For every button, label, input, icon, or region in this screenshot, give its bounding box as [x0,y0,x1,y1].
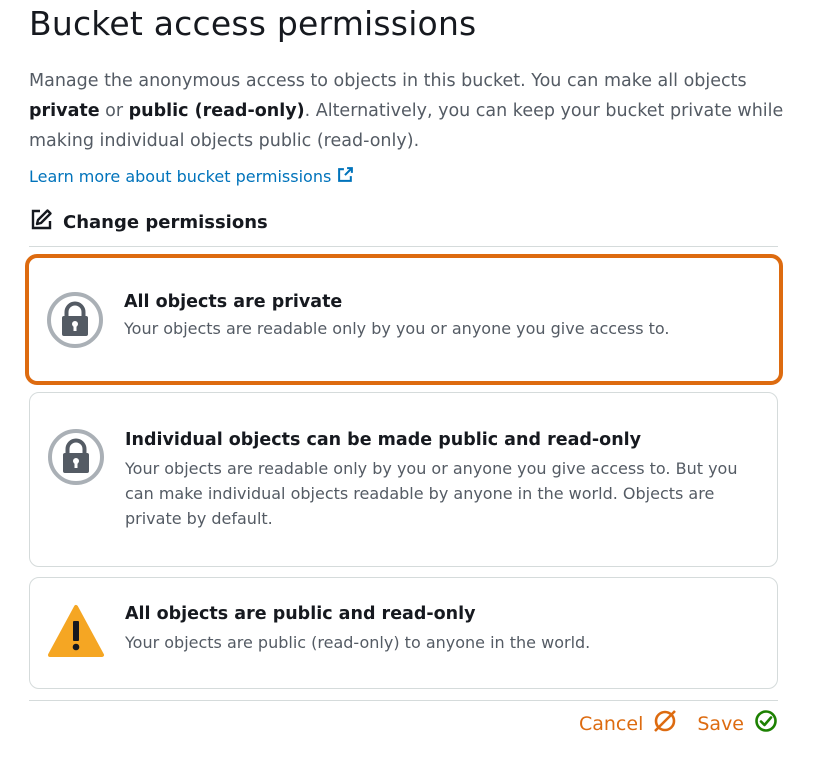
page-title: Bucket access permissions [29,4,477,43]
option-title: All objects are private [124,292,343,312]
save-label: Save [697,712,744,735]
page-description: Manage the anonymous access to objects i… [29,66,789,156]
change-permissions-heading: Change permissions [29,208,268,237]
public-term: public (read-only) [128,101,305,121]
edit-icon [29,208,53,237]
learn-more-link[interactable]: Learn more about bucket permissions [29,166,354,187]
check-icon [754,709,778,738]
cancel-label: Cancel [578,712,644,735]
cancel-button[interactable]: Cancel [579,709,677,738]
option-description: Your objects are public (read-only) to a… [125,633,591,652]
change-permissions-label: Change permissions [63,212,268,233]
cancel-icon [653,709,677,738]
footer-actions: Cancel Save [579,709,778,738]
learn-more-label: Learn more about bucket permissions [29,167,332,186]
footer-divider [29,700,778,701]
option-all-public[interactable]: All objects are public and read-only You… [29,577,778,689]
private-term: private [29,101,100,121]
option-individual-public[interactable]: Individual objects can be made public an… [29,392,778,567]
lock-icon [47,428,105,490]
option-title: All objects are public and read-only [125,604,476,624]
save-button[interactable]: Save [697,709,778,738]
description-or: or [99,101,129,121]
warning-icon [47,603,105,665]
divider [29,246,778,247]
option-title: Individual objects can be made public an… [125,430,642,450]
description-text-1: Manage the anonymous access to objects i… [29,71,747,91]
external-link-icon [337,166,354,187]
lock-icon [46,291,104,353]
option-description: Your objects are readable only by you or… [124,319,670,338]
option-description: Your objects are readable only by you or… [125,459,738,528]
option-all-private[interactable]: All objects are private Your objects are… [25,254,783,385]
